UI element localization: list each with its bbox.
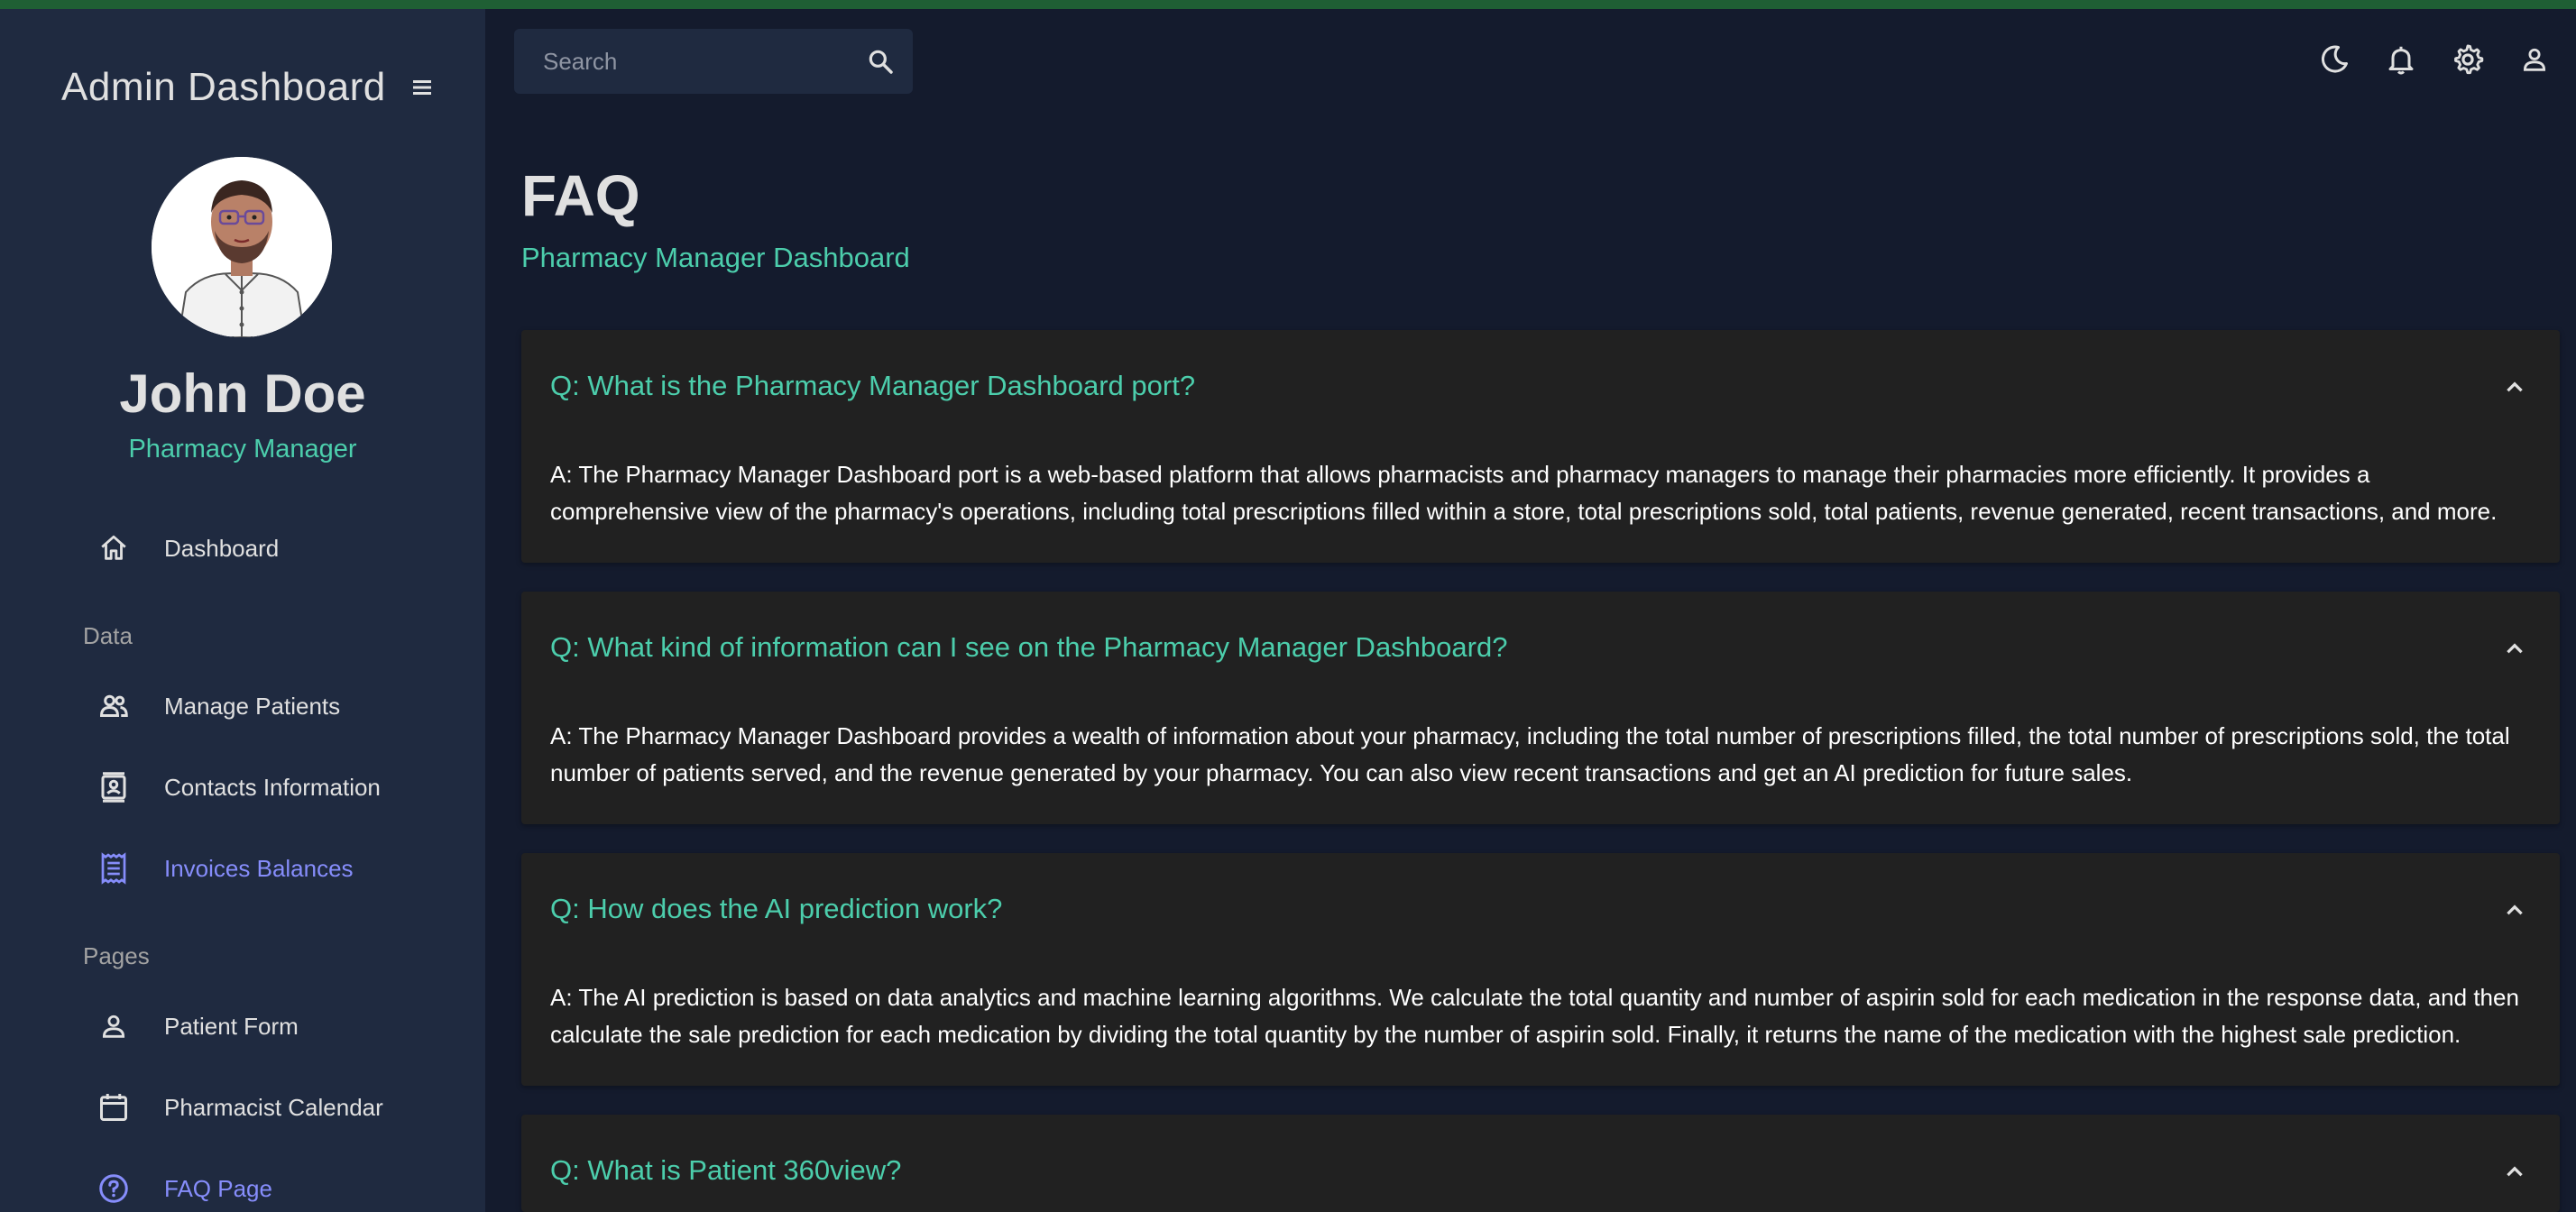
sidebar-item-label: Contacts Information <box>164 773 381 801</box>
chevron-up-icon[interactable] <box>2497 631 2533 667</box>
faq-answer: A: The Pharmacy Manager Dashboard provid… <box>550 722 2510 786</box>
sidebar-item-label: Manage Patients <box>164 692 341 720</box>
sidebar-header: Admin Dashboard <box>61 56 440 119</box>
faq-answer: A: The Pharmacy Manager Dashboard port i… <box>550 461 2498 525</box>
sidebar-item-manage-patients[interactable]: Manage Patients <box>90 677 451 735</box>
help-icon <box>90 1165 137 1212</box>
section-label-data: Data <box>83 622 133 649</box>
chevron-up-icon[interactable] <box>2497 1154 2533 1190</box>
contacts-icon <box>90 764 137 811</box>
person-outline-icon <box>90 1003 137 1050</box>
sidebar-title: Admin Dashboard <box>61 65 386 109</box>
sidebar-item-label: Invoices Balances <box>164 854 354 882</box>
gear-icon[interactable] <box>2444 36 2491 83</box>
sidebar-item-contacts[interactable]: Contacts Information <box>90 758 451 816</box>
sidebar-item-label: Dashboard <box>164 534 280 562</box>
faq-question[interactable]: Q: What is the Pharmacy Manager Dashboar… <box>550 370 1195 402</box>
sidebar-item-faq[interactable]: FAQ Page <box>90 1160 451 1212</box>
sidebar-item-label: FAQ Page <box>164 1174 272 1202</box>
moon-icon[interactable] <box>2311 36 2358 83</box>
faq-item: Q: What is the Pharmacy Manager Dashboar… <box>521 330 2560 563</box>
faq-question[interactable]: Q: How does the AI prediction work? <box>550 893 1002 925</box>
home-icon <box>90 525 137 572</box>
search-icon[interactable] <box>860 41 900 81</box>
section-label-pages: Pages <box>83 942 150 969</box>
sidebar-item-invoices[interactable]: Invoices Balances <box>90 840 451 897</box>
chevron-up-icon[interactable] <box>2497 370 2533 406</box>
avatar <box>152 157 332 337</box>
people-icon <box>90 683 137 730</box>
user-name: John Doe <box>119 363 366 424</box>
page-title: FAQ <box>521 163 640 228</box>
top-accent-strip <box>0 0 2576 9</box>
page-subtitle: Pharmacy Manager Dashboard <box>521 242 910 273</box>
faq-question[interactable]: Q: What kind of information can I see on… <box>550 631 1507 664</box>
receipt-icon <box>90 845 137 892</box>
hamburger-menu-icon[interactable] <box>404 69 440 106</box>
faq-answer: A: The AI prediction is based on data an… <box>550 984 2519 1048</box>
faq-item: Q: What kind of information can I see on… <box>521 592 2560 824</box>
chevron-up-icon[interactable] <box>2497 893 2533 929</box>
user-role: Pharmacy Manager <box>128 435 357 464</box>
sidebar-item-label: Patient Form <box>164 1012 299 1040</box>
bell-icon[interactable] <box>2378 36 2424 83</box>
calendar-icon <box>90 1084 137 1131</box>
search-input[interactable] <box>543 47 832 76</box>
sidebar-item-dashboard[interactable]: Dashboard <box>90 519 451 577</box>
faq-item: Q: How does the AI prediction work? A: T… <box>521 853 2560 1086</box>
faq-item: Q: What is Patient 360view? <box>521 1115 2560 1212</box>
search-bar <box>514 29 913 94</box>
sidebar-item-calendar[interactable]: Pharmacist Calendar <box>90 1079 451 1136</box>
sidebar-item-patient-form[interactable]: Patient Form <box>90 997 451 1055</box>
faq-question[interactable]: Q: What is Patient 360view? <box>550 1154 901 1187</box>
sidebar-item-label: Pharmacist Calendar <box>164 1093 383 1121</box>
topbar-icons <box>2311 36 2558 83</box>
sidebar: Admin Dashboard John Doe Pharmacy Manage… <box>0 9 485 1212</box>
person-icon[interactable] <box>2511 36 2558 83</box>
